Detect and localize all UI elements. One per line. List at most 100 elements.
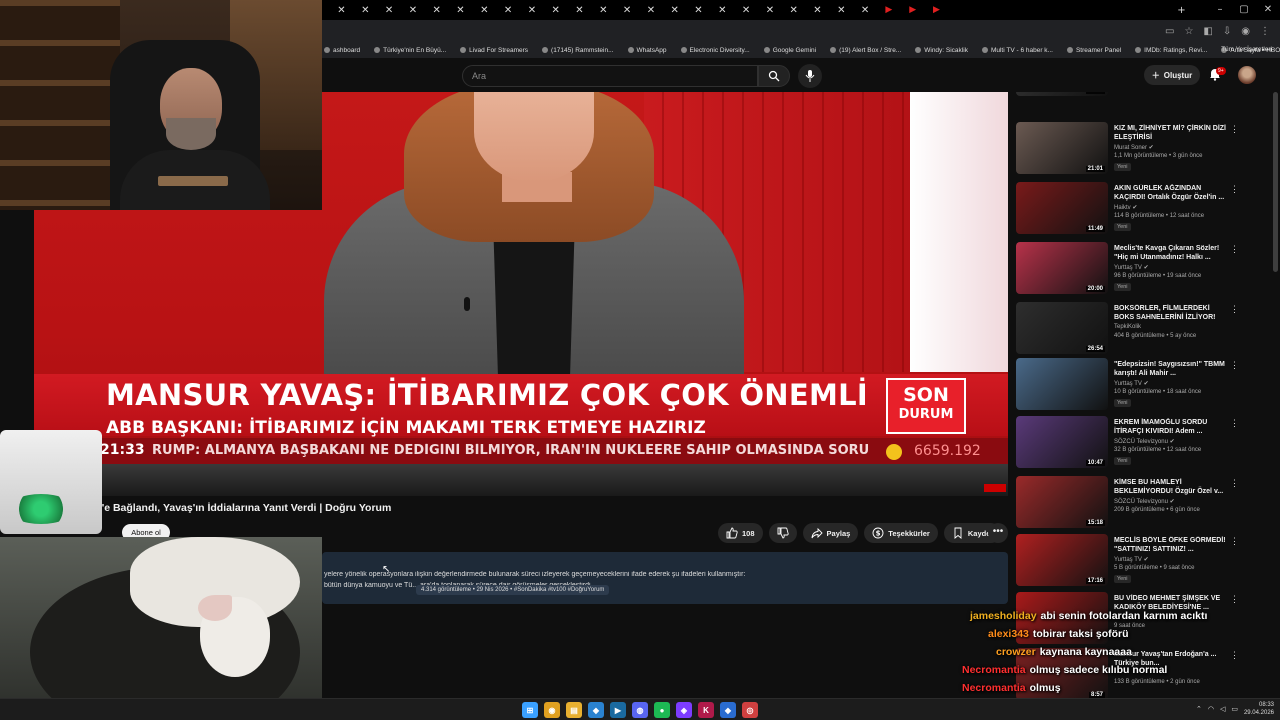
taskbar-app-icon[interactable]: K — [698, 702, 714, 718]
bookmark-item[interactable]: IMDb: Ratings, Revi... — [1135, 47, 1207, 54]
system-clock[interactable]: 08:33 29.04.2026 — [1244, 701, 1274, 717]
video-menu-icon[interactable]: ⋮ — [1230, 650, 1239, 661]
recommended-video[interactable]: 26:54 BOKSÖRLER, FİLMLERDEKİ BOKS SAHNELE… — [1016, 302, 1272, 360]
browser-tab[interactable]: ✕ — [639, 0, 662, 20]
browser-tab[interactable]: ✕ — [378, 0, 401, 20]
browser-tab[interactable]: ✕ — [401, 0, 424, 20]
recommended-video[interactable]: 11:49 AKIN GÜRLEK AĞZINDAN KAÇIRDI! Ortal… — [1016, 182, 1272, 240]
browser-tab[interactable]: ✕ — [616, 0, 639, 20]
player-controls-bar[interactable] — [34, 464, 1008, 496]
tray-chevron-icon[interactable]: ⌃ — [1196, 705, 1202, 713]
account-avatar[interactable] — [1238, 66, 1256, 84]
browser-tab[interactable]: ✕ — [330, 0, 353, 20]
video-menu-icon[interactable]: ⋮ — [1230, 360, 1239, 371]
bookmark-item[interactable]: ashboard — [324, 47, 360, 54]
channel-name[interactable]: Yurttaş TV ✔ — [1114, 264, 1149, 271]
channel-name[interactable]: Yurttaş TV ✔ — [1114, 380, 1149, 387]
profile-icon[interactable]: ◉ — [1241, 26, 1250, 37]
video-menu-icon[interactable]: ⋮ — [1230, 124, 1239, 135]
video-menu-icon[interactable]: ⋮ — [1230, 244, 1239, 255]
network-icon[interactable]: ◠ — [1208, 705, 1214, 713]
create-button[interactable]: ＋ Oluştur — [1144, 65, 1200, 85]
channel-name[interactable]: TepkiKolik — [1114, 324, 1141, 330]
channel-name[interactable]: SÖZCÜ Televizyonu ✔ — [1114, 438, 1175, 445]
browser-tab[interactable]: ✕ — [568, 0, 591, 20]
browser-menu-icon[interactable]: ⋮ — [1260, 26, 1270, 37]
like-button[interactable]: 108 — [718, 523, 763, 543]
video-thumbnail[interactable]: 17:16 — [1016, 534, 1108, 586]
new-tab-button[interactable]: + — [1170, 0, 1193, 20]
video-menu-icon[interactable]: ⋮ — [1230, 184, 1239, 195]
browser-tab[interactable]: ✕ — [354, 0, 377, 20]
video-thumbnail[interactable]: 49:37 — [1016, 92, 1108, 96]
browser-tab[interactable]: ✕ — [758, 0, 781, 20]
bookmark-item[interactable]: Türkiye'nin En Büyü... — [374, 47, 446, 54]
browser-tab[interactable]: ✕ — [592, 0, 615, 20]
volume-icon[interactable]: ◁ — [1220, 705, 1225, 713]
bookmark-star-icon[interactable]: ☆ — [1184, 26, 1193, 37]
video-menu-icon[interactable]: ⋮ — [1230, 594, 1239, 605]
browser-tab[interactable]: ✕ — [711, 0, 734, 20]
bookmark-item[interactable]: Windy: Sicaklik — [915, 47, 968, 54]
minimize-icon[interactable]: – — [1208, 0, 1232, 20]
video-thumbnail[interactable]: 10:47 — [1016, 416, 1108, 468]
video-thumbnail[interactable]: 15:18 — [1016, 476, 1108, 528]
browser-tab[interactable]: ▶ — [901, 0, 924, 20]
browser-tab[interactable]: ▶ — [877, 0, 900, 20]
recommended-video[interactable]: "Edepsizsin! Saygısızsın!" TBMM karıştı!… — [1016, 358, 1272, 416]
recommended-video[interactable]: 17:16 MECLİS BÖYLE ÖFKE GÖRMEDİ! "SATTINI… — [1016, 534, 1272, 592]
video-thumbnail[interactable]: 11:49 — [1016, 182, 1108, 234]
taskbar-app-icon[interactable]: ◉ — [544, 702, 560, 718]
recommended-video[interactable]: 10:47 EKREM İMAMOĞLU SORDU İTİRAFÇI KIVIR… — [1016, 416, 1272, 474]
video-menu-icon[interactable]: ⋮ — [1230, 304, 1239, 315]
browser-tab[interactable]: ✕ — [735, 0, 758, 20]
taskbar-app-icon[interactable]: ◆ — [588, 702, 604, 718]
bookmark-item[interactable]: Livad For Streamers — [460, 47, 528, 54]
bookmark-item[interactable]: Multi TV - 6 haber k... — [981, 47, 1053, 54]
browser-tab[interactable]: ✕ — [830, 0, 853, 20]
browser-tab[interactable]: ✕ — [497, 0, 520, 20]
maximize-icon[interactable]: ▢ — [1232, 0, 1256, 20]
dislike-button[interactable] — [768, 523, 797, 543]
download-icon[interactable]: ⇩ — [1223, 26, 1231, 37]
browser-tab[interactable]: ✕ — [854, 0, 877, 20]
browser-tab[interactable]: ✕ — [449, 0, 472, 20]
channel-name[interactable]: Murat Soner ✔ — [1114, 144, 1154, 151]
extensions-icon[interactable]: ◧ — [1203, 26, 1212, 37]
voice-search-button[interactable] — [798, 64, 822, 88]
start-menu-icon[interactable]: ⊞ — [522, 702, 538, 718]
description-panel[interactable] — [322, 552, 1008, 604]
taskbar-app-icon[interactable]: ▶ — [610, 702, 626, 718]
taskbar-app-icon[interactable]: ▤ — [566, 702, 582, 718]
taskbar-app-icon[interactable]: ◎ — [742, 702, 758, 718]
player-progress-indicator[interactable] — [984, 484, 1006, 492]
video-thumbnail[interactable]: 26:54 — [1016, 302, 1108, 354]
more-actions-button[interactable]: ••• — [988, 523, 1008, 543]
channel-name[interactable]: Haiktv ✔ — [1114, 204, 1137, 211]
video-thumbnail[interactable]: 20:00 — [1016, 242, 1108, 294]
thanks-button[interactable]: $ Teşekkürler — [864, 523, 938, 543]
browser-tab[interactable]: ✕ — [473, 0, 496, 20]
video-thumbnail[interactable] — [1016, 358, 1108, 410]
video-menu-icon[interactable]: ⋮ — [1230, 418, 1239, 429]
browser-tab[interactable]: ▶ — [925, 0, 948, 20]
cast-icon[interactable]: ▭ — [1165, 26, 1174, 37]
video-menu-icon[interactable]: ⋮ — [1230, 478, 1239, 489]
video-menu-icon[interactable]: ⋮ — [1230, 536, 1239, 547]
bookmark-item[interactable]: Google Gemini — [763, 47, 816, 54]
browser-tab[interactable]: ✕ — [663, 0, 686, 20]
recommended-video[interactable]: 21:01 KIZ MI, ZİHNİYET Mİ? ÇİRKİN DİZİ EL… — [1016, 122, 1272, 180]
sidebar-scrollbar[interactable] — [1273, 92, 1278, 272]
browser-tab[interactable]: ✕ — [782, 0, 805, 20]
channel-name[interactable]: Yurttaş TV ✔ — [1114, 556, 1149, 563]
browser-tab[interactable]: ✕ — [687, 0, 710, 20]
bookmark-item[interactable]: Streamer Panel — [1066, 47, 1121, 54]
battery-icon[interactable]: ▭ — [1231, 705, 1238, 713]
recommended-video[interactable]: 49:37Diamond Tema ✔995 B görüntüleme • 4… — [1016, 92, 1272, 102]
taskbar-app-icon[interactable]: ● — [654, 702, 670, 718]
recommended-video[interactable]: 20:00 Meclis'te Kavga Çıkaran Sözler! "Hi… — [1016, 242, 1272, 300]
share-button[interactable]: Paylaş — [802, 523, 859, 543]
taskbar-app-icon[interactable]: ◈ — [676, 702, 692, 718]
bookmark-item[interactable]: WhatsApp — [627, 47, 667, 54]
search-button[interactable] — [758, 65, 790, 87]
